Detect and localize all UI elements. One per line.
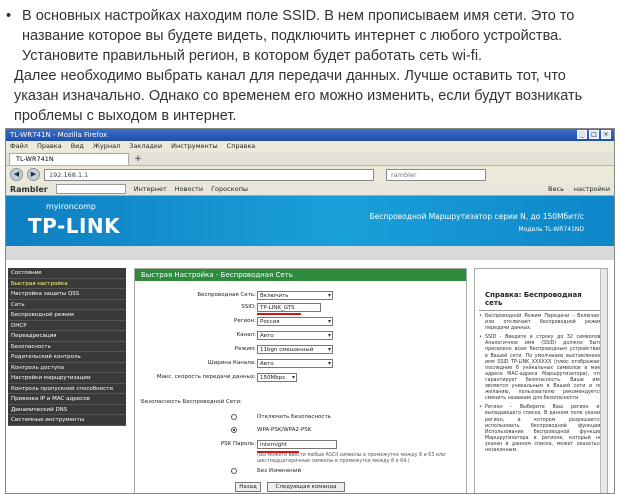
back-button[interactable]: ◀ (10, 168, 23, 181)
sidebar-item-wireless[interactable]: Беспроводной режим (8, 310, 126, 321)
page-title: Быстрая Настройка - Беспроводная Сеть (135, 269, 466, 281)
menu-history[interactable]: Журнал (93, 141, 120, 152)
ssid-row: SSID: TP-LINK_GTS (135, 303, 468, 313)
tab-bar: TL-WR741N + (6, 152, 614, 166)
browser-screenshot: TL-WR741N - Mozilla Firefox _ □ × Файл П… (5, 128, 615, 494)
ssid-label: SSID: (241, 304, 256, 310)
rate-label: Макс. скорость передачи данных: (156, 374, 256, 380)
help-paragraph-1: Беспроводной Режим Передачи - Включает и… (475, 311, 607, 332)
security-label: Безопасность Беспроводной Сети: (141, 399, 242, 405)
help-paragraph-3: Регион - Выберите Ваш регион из выпадающ… (475, 402, 607, 454)
search-input[interactable]: rambler (386, 168, 486, 181)
sidebar-item-forwarding[interactable]: Переадресация (8, 331, 126, 342)
router-body: Состояние Быстрая настройка Настройка за… (6, 260, 614, 493)
sidebar-item-security[interactable]: Безопасность (8, 341, 126, 352)
window-titlebar: TL-WR741N - Mozilla Firefox _ □ × (6, 129, 614, 141)
no-change-label: Без Изменений (257, 468, 302, 474)
next-button[interactable]: Следующая команда (267, 482, 345, 492)
minimize-icon[interactable]: _ (577, 130, 587, 139)
security-wpa-radio[interactable] (231, 427, 237, 433)
rambler-search-input[interactable] (55, 184, 126, 194)
psk-label: PSK Пароль: (220, 441, 256, 447)
new-tab-button[interactable]: + (132, 154, 144, 165)
wireless-label: Беспроводная Сеть: (197, 292, 256, 298)
article-paragraph-1: В основных настройках находим поле SSID.… (6, 6, 606, 66)
help-paragraph-2: SSID - Введите в строку до 32 символов. … (475, 332, 607, 402)
sidebar-item-dhcp[interactable]: DHCP (8, 320, 126, 331)
sidebar-item-ip-mac[interactable]: Привязка IP и MAC адресов (8, 394, 126, 405)
mode-row: Режим: 11bgn смешанный (135, 345, 468, 355)
sidebar-item-ddns[interactable]: Динамический DNS (8, 404, 126, 415)
navigation-bar: ◀ ▶ 192.168.1.1 rambler (6, 166, 614, 183)
browser-tab[interactable]: TL-WR741N (9, 153, 129, 165)
sidebar-item-quick-setup[interactable]: Быстрая настройка (8, 278, 126, 289)
region-select[interactable]: Россия (257, 317, 333, 326)
quick-setup-panel: Быстрая Настройка - Беспроводная Сеть Бе… (134, 268, 468, 493)
width-select[interactable]: Авто (257, 359, 333, 368)
url-input[interactable]: 192.168.1.1 (44, 168, 374, 181)
sidebar-item-system-tools[interactable]: Системные инструменты (8, 415, 126, 426)
security-off-radio[interactable] (231, 414, 237, 420)
region-row: Регион: Россия (135, 317, 468, 327)
sidebar-item-bandwidth[interactable]: Контроль пропускной способности (8, 383, 126, 394)
rambler-link-news[interactable]: Новости (175, 185, 203, 193)
sidebar-item-status[interactable]: Состояние (8, 268, 126, 279)
rate-select[interactable]: 150Mbps (257, 373, 297, 382)
channel-select[interactable]: Авто (257, 331, 333, 340)
ssid-underline (257, 313, 301, 315)
mode-label: Режим: (234, 346, 256, 352)
window-title: TL-WR741N - Mozilla Firefox (10, 131, 108, 139)
menu-help[interactable]: Справка (227, 141, 256, 152)
article-text: В основных настройках находим поле SSID.… (0, 0, 620, 128)
rambler-logo: Rambler (10, 184, 48, 194)
rambler-link-settings[interactable]: настройки (574, 185, 610, 193)
help-panel: Справка: Беспроводная сеть Беспроводной … (474, 268, 608, 493)
rambler-link-all[interactable]: Весь (548, 185, 564, 193)
forward-button[interactable]: ▶ (27, 168, 40, 181)
rate-row: Макс. скорость передачи данных: 150Mbps (135, 373, 468, 383)
sidebar-item-access-control[interactable]: Контроль доступа (8, 362, 126, 373)
maximize-icon[interactable]: □ (589, 130, 599, 139)
menu-bookmarks[interactable]: Закладки (129, 141, 162, 152)
psk-row: PSK Пароль: internight (135, 440, 468, 450)
menu-file[interactable]: Файл (10, 141, 28, 152)
router-series-title: Беспроводной Маршрутизатор серии N, до 1… (369, 212, 584, 221)
sidebar-item-parental[interactable]: Родительский контроль (8, 352, 126, 363)
router-model: Модель TL-WR741ND (518, 226, 584, 233)
rambler-link-horoscope[interactable]: Гороскопы (211, 185, 248, 193)
rambler-link-internet[interactable]: Интернет (134, 185, 167, 193)
psk-note: (Вы можете ввести любые ASCII символы в … (257, 453, 446, 464)
security-off-label: Отключить Безопасность (257, 414, 331, 420)
channel-label: Канал: (236, 332, 256, 338)
ssid-input[interactable]: TP-LINK_GTS (257, 303, 321, 312)
sidebar-item-routing[interactable]: Настройки маршрутизации (8, 373, 126, 384)
width-label: Ширина Канала: (207, 360, 256, 366)
security-wpa-label: WPA-PSK/WPA2-PSK (257, 427, 312, 433)
psk-input[interactable]: internight (257, 440, 337, 449)
sidebar-item-network[interactable]: Сеть (8, 299, 126, 310)
sidebar-item-qss[interactable]: Настройка защиты QSS (8, 289, 126, 300)
article-paragraph-2: Далее необходимо выбрать канал для перед… (14, 68, 583, 124)
mode-select[interactable]: 11bgn смешанный (257, 345, 333, 354)
menu-tools[interactable]: Инструменты (171, 141, 218, 152)
back-form-button[interactable]: Назад (235, 482, 261, 492)
tplink-logo: TP-LINK (28, 214, 121, 238)
wireless-select[interactable]: Включить (257, 291, 333, 300)
no-change-radio[interactable] (231, 468, 237, 474)
close-icon[interactable]: × (601, 130, 611, 139)
region-label: Регион: (234, 318, 256, 324)
channel-row: Канал: Авто (135, 331, 468, 341)
rambler-toolbar: Rambler Интернет Новости Гороскопы Весь … (6, 183, 614, 196)
help-title: Справка: Беспроводная сеть (479, 269, 603, 311)
wireless-row: Беспроводная Сеть: Включить (135, 291, 468, 301)
menu-edit[interactable]: Правка (37, 141, 62, 152)
router-sidebar: Состояние Быстрая настройка Настройка за… (8, 268, 126, 426)
width-row: Ширина Канала: Авто (135, 359, 468, 369)
help-scrollbar[interactable] (600, 269, 607, 493)
brand-watermark: myironcomp (46, 202, 96, 211)
menu-bar: Файл Правка Вид Журнал Закладки Инструме… (6, 141, 614, 152)
menu-view[interactable]: Вид (71, 141, 84, 152)
router-header: myironcomp TP-LINK Беспроводной Маршрути… (6, 196, 614, 246)
